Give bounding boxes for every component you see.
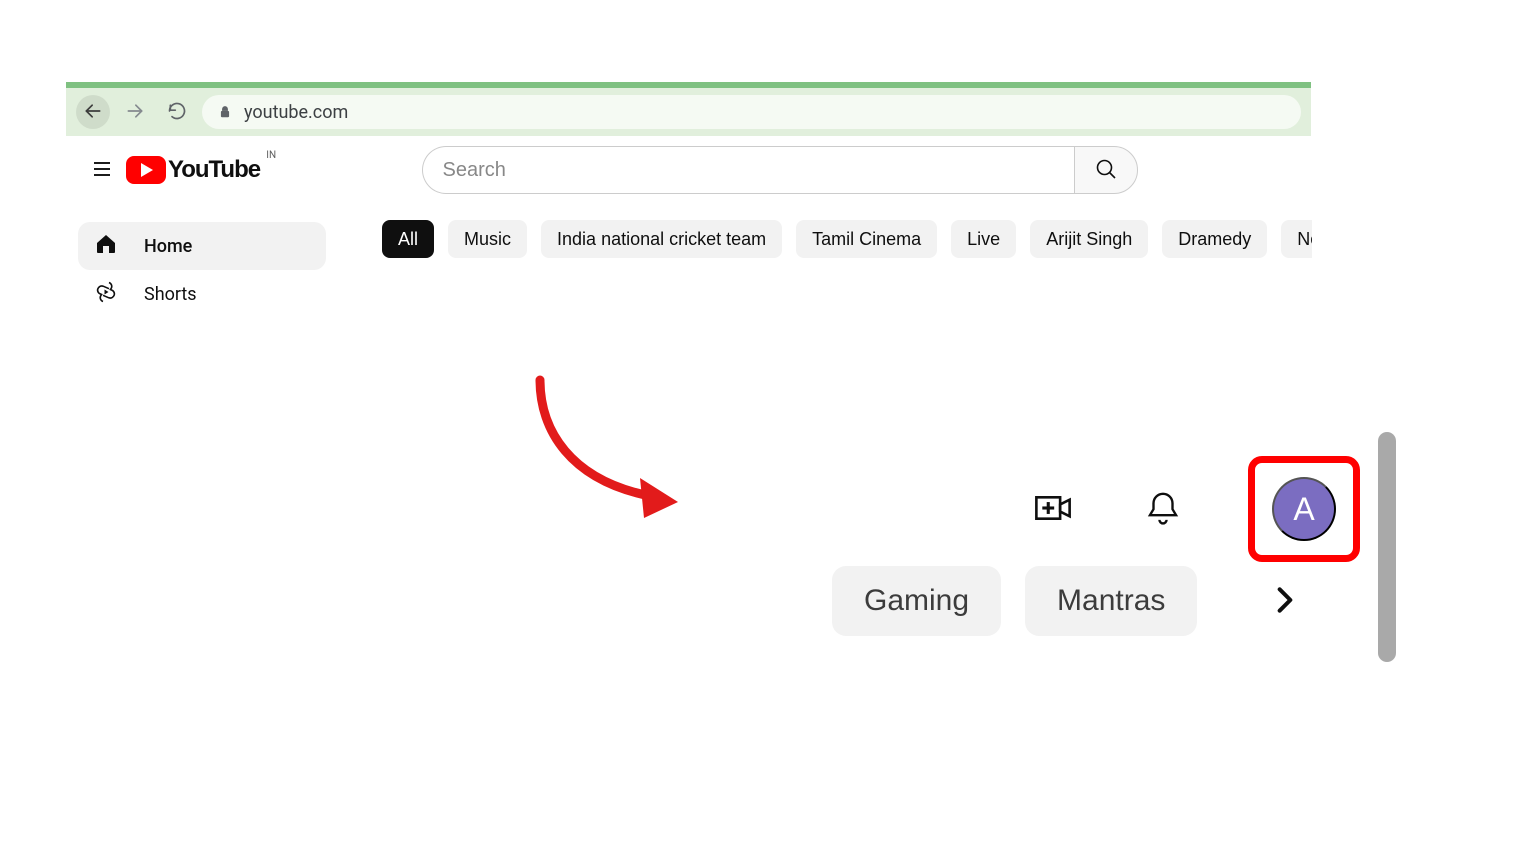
create-button[interactable] <box>1028 484 1078 534</box>
avatar-highlight: A <box>1248 456 1360 562</box>
chip-gaming[interactable]: Gaming <box>832 566 1001 636</box>
lock-icon <box>218 105 232 119</box>
filter-chips-row: All Music India national cricket team Ta… <box>382 220 1312 260</box>
chip-tamil-cinema[interactable]: Tamil Cinema <box>796 220 937 258</box>
scrollbar-thumb[interactable] <box>1378 432 1396 662</box>
chip-dramedy[interactable]: Dramedy <box>1162 220 1267 258</box>
youtube-masthead: YouTube IN <box>66 136 1311 204</box>
chips-next-button[interactable] <box>1257 573 1313 629</box>
url-field[interactable]: youtube.com <box>202 95 1301 129</box>
chip-mantras[interactable]: Mantras <box>1025 566 1197 636</box>
browser-reload-button[interactable] <box>160 95 194 129</box>
sidebar-item-label: Shorts <box>144 284 197 305</box>
chip-india-cricket[interactable]: India national cricket team <box>541 220 782 258</box>
search-box <box>422 146 1138 194</box>
account-avatar[interactable]: A <box>1272 477 1336 541</box>
chevron-right-icon <box>1269 584 1301 619</box>
search-container <box>260 146 1299 194</box>
shorts-icon <box>94 280 118 309</box>
sidebar-item-home[interactable]: Home <box>78 222 326 270</box>
annotation-arrow <box>510 370 710 530</box>
browser-address-bar: youtube.com <box>66 88 1311 136</box>
menu-button[interactable] <box>78 146 126 194</box>
search-input[interactable] <box>422 146 1074 194</box>
youtube-wordmark: YouTube <box>168 156 260 184</box>
hamburger-icon <box>90 157 114 184</box>
bell-icon <box>1144 489 1182 530</box>
youtube-logo[interactable]: YouTube IN <box>126 156 260 184</box>
avatar-letter: A <box>1293 491 1314 528</box>
arrow-left-icon <box>83 101 103 124</box>
search-icon <box>1094 157 1118 184</box>
browser-forward-button[interactable] <box>118 95 152 129</box>
youtube-country-code: IN <box>266 150 276 161</box>
search-button[interactable] <box>1074 146 1138 194</box>
youtube-play-icon <box>126 156 166 184</box>
create-video-icon <box>1034 489 1072 530</box>
home-icon <box>94 232 118 261</box>
sidebar-item-shorts[interactable]: Shorts <box>78 270 326 318</box>
browser-back-button[interactable] <box>76 95 110 129</box>
url-text: youtube.com <box>244 102 348 123</box>
sidebar: Home Shorts <box>78 222 326 318</box>
chip-music[interactable]: Music <box>448 220 527 258</box>
notifications-button[interactable] <box>1138 484 1188 534</box>
chip-all[interactable]: All <box>382 220 434 258</box>
sidebar-item-label: Home <box>144 236 192 257</box>
chip-news[interactable]: News <box>1281 220 1312 258</box>
chip-live[interactable]: Live <box>951 220 1016 258</box>
arrow-right-icon <box>125 101 145 124</box>
extra-chips-row: Gaming Mantras <box>832 566 1313 636</box>
header-actions: A <box>1028 456 1360 562</box>
reload-icon <box>167 101 187 124</box>
chip-arijit-singh[interactable]: Arijit Singh <box>1030 220 1148 258</box>
